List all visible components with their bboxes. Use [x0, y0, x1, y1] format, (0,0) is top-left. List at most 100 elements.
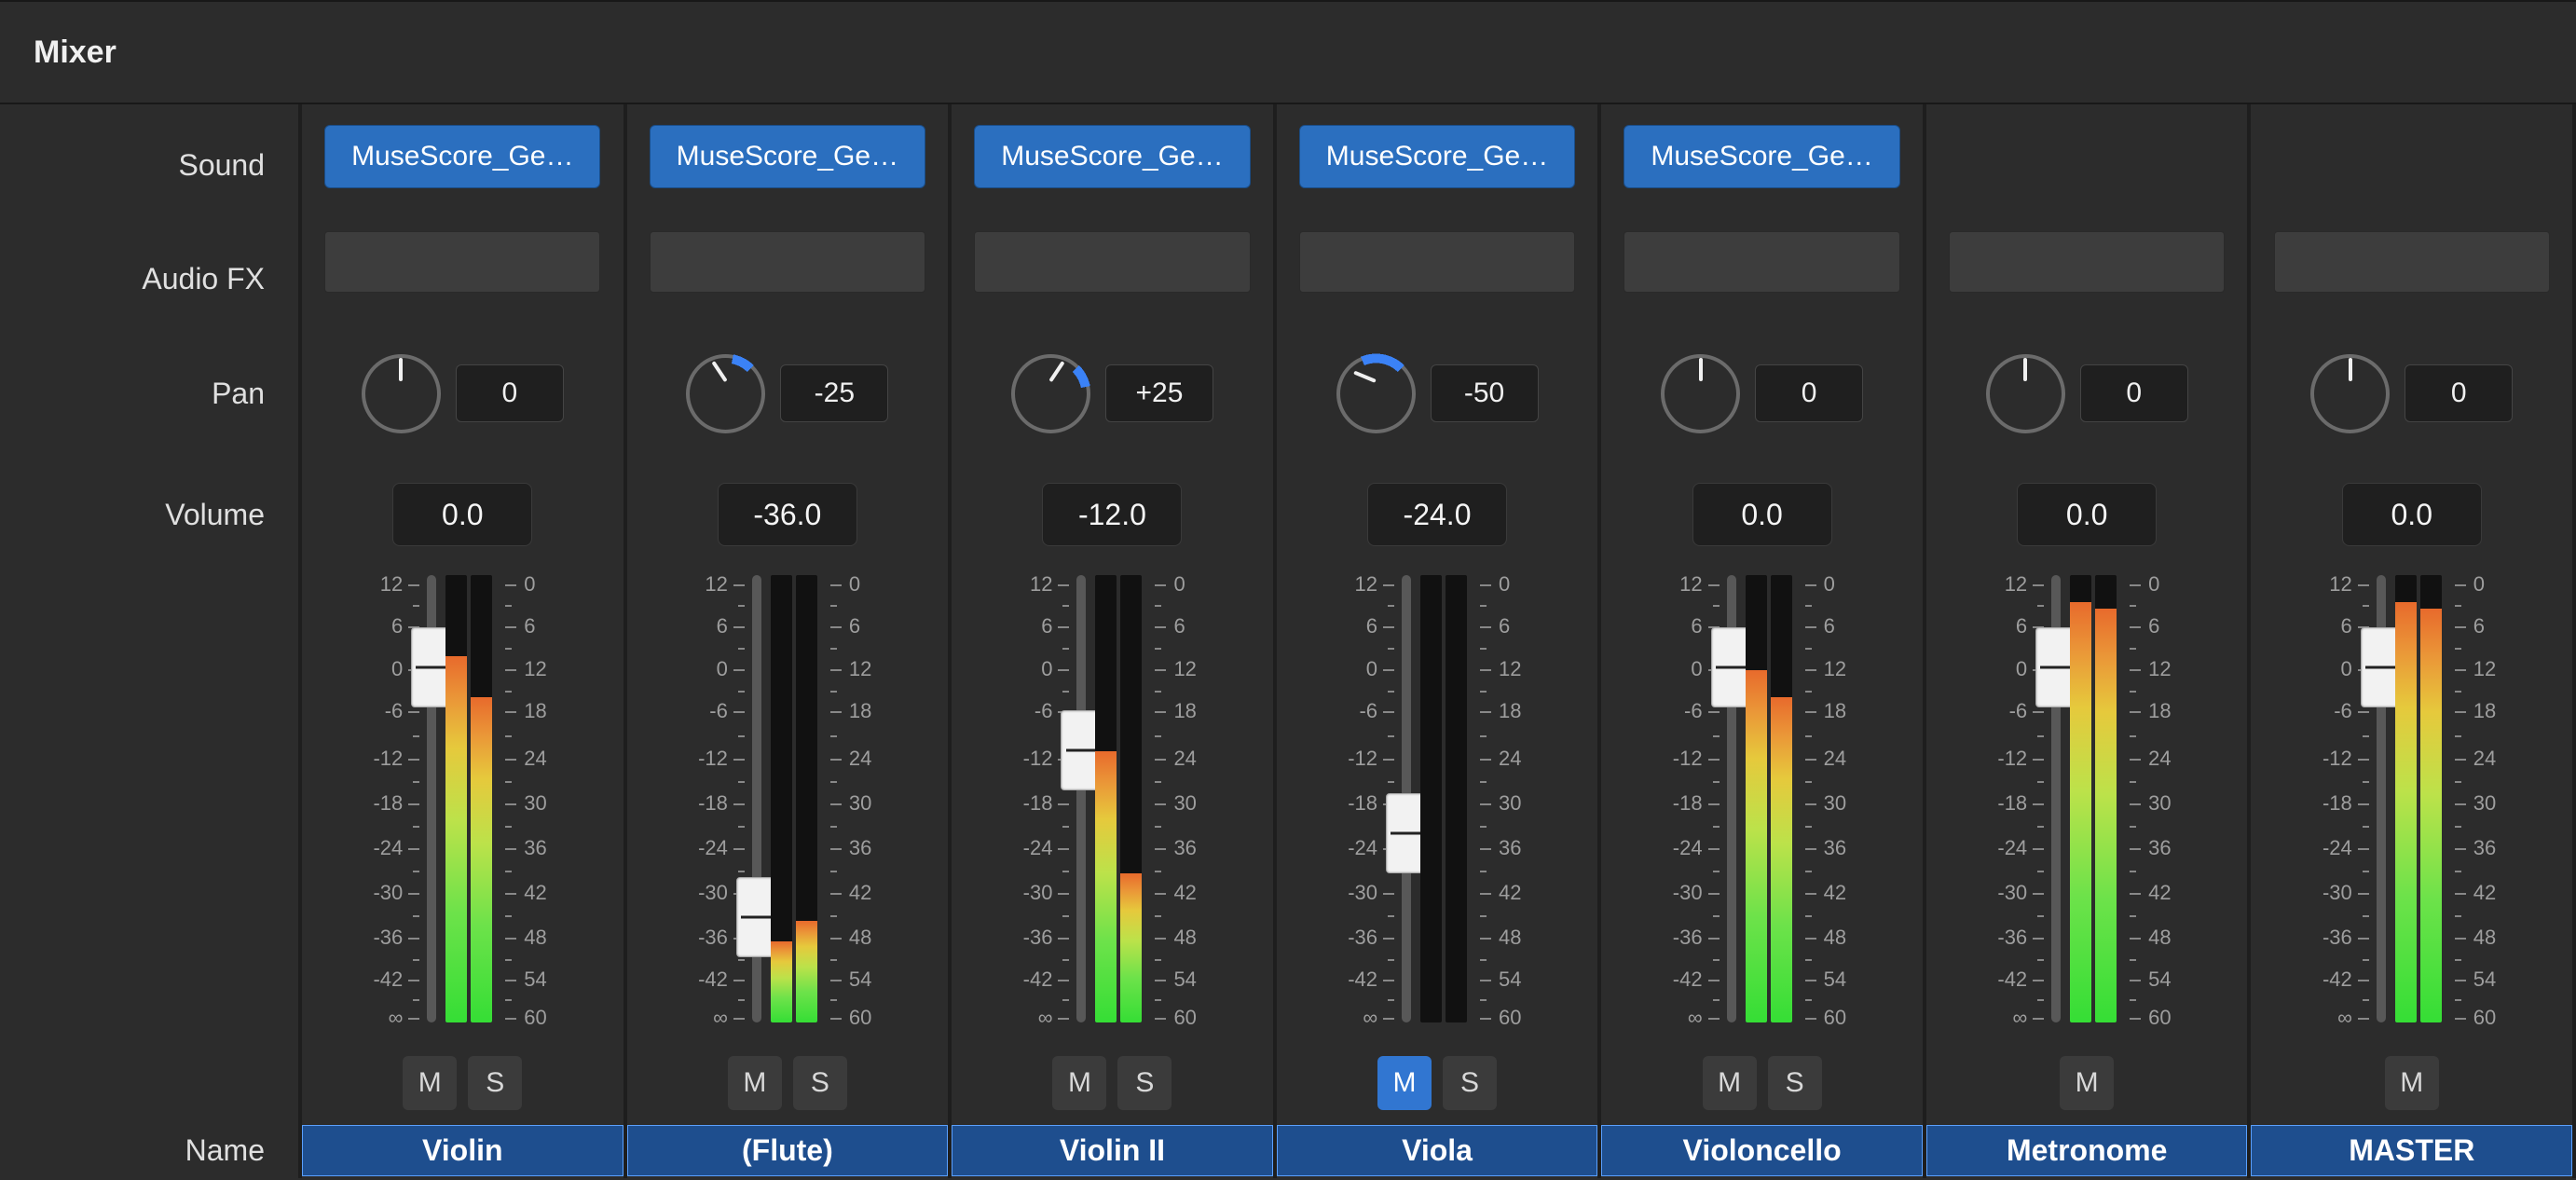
- channel-name[interactable]: Violoncello: [1601, 1125, 1923, 1176]
- channel-name[interactable]: Metronome: [1926, 1125, 2248, 1176]
- sound-cell: MuseScore_Ge…: [1277, 104, 1598, 226]
- fader-scale-left: 12·6·0·-6·-12·-18·-24·-30·-36·-42·∞: [1314, 575, 1394, 1022]
- pan-cell: 0: [1926, 333, 2248, 454]
- mute-solo-cell: MS: [1277, 1041, 1598, 1125]
- solo-button[interactable]: S: [1443, 1056, 1497, 1110]
- mute-button[interactable]: M: [403, 1056, 457, 1110]
- name-cell: Viola: [1277, 1125, 1598, 1176]
- fader-scale-left: 12·6·0·-6·-12·-18·-24·-30·-36·-42·∞: [989, 575, 1069, 1022]
- meter-scale-right: 0·6·12·18·24·30·36·42·48·54·60: [1480, 575, 1560, 1022]
- sound-select[interactable]: MuseScore_Ge…: [650, 125, 925, 188]
- pan-value[interactable]: +25: [1105, 364, 1213, 422]
- volume-fader[interactable]: [752, 575, 761, 1022]
- audiofx-cell: [302, 226, 623, 333]
- channel-name[interactable]: Viola: [1277, 1125, 1598, 1176]
- volume-value[interactable]: -12.0: [1042, 483, 1182, 546]
- fader-meter-cell: 12·6·0·-6·-12·-18·-24·-30·-36·-42·∞ 0·6·1…: [1277, 575, 1598, 1041]
- volume-value[interactable]: 0.0: [1692, 483, 1832, 546]
- audiofx-slot[interactable]: [974, 231, 1250, 293]
- channel-name[interactable]: Violin: [302, 1125, 623, 1176]
- solo-button[interactable]: S: [468, 1056, 522, 1110]
- audiofx-cell: [952, 226, 1273, 333]
- volume-fader[interactable]: [427, 575, 436, 1022]
- pan-cell: 0: [302, 333, 623, 454]
- sound-cell: MuseScore_Ge…: [952, 104, 1273, 226]
- label-sound: Sound: [0, 104, 298, 226]
- pan-value[interactable]: 0: [456, 364, 564, 422]
- volume-value[interactable]: 0.0: [2017, 483, 2157, 546]
- audiofx-slot[interactable]: [1949, 231, 2225, 293]
- sound-cell: [2251, 104, 2572, 226]
- mute-button[interactable]: M: [1377, 1056, 1432, 1110]
- volume-fader[interactable]: [2051, 575, 2061, 1022]
- audiofx-slot[interactable]: [2274, 231, 2550, 293]
- name-cell: (Flute): [627, 1125, 949, 1176]
- sound-select[interactable]: MuseScore_Ge…: [1299, 125, 1575, 188]
- level-meter: [771, 575, 817, 1022]
- audiofx-slot[interactable]: [324, 231, 600, 293]
- level-meter: [1095, 575, 1142, 1022]
- meter-scale-right: 0·6·12·18·24·30·36·42·48·54·60: [1805, 575, 1885, 1022]
- channel-viola: MuseScore_Ge… -50 -24.0 12·6·0·-6·-12·-18·-…: [1273, 104, 1598, 1178]
- audiofx-slot[interactable]: [650, 231, 925, 293]
- pan-value[interactable]: -25: [780, 364, 888, 422]
- pan-knob[interactable]: [1661, 354, 1740, 433]
- audiofx-slot[interactable]: [1299, 231, 1575, 293]
- solo-button[interactable]: S: [1768, 1056, 1822, 1110]
- pan-value[interactable]: 0: [2405, 364, 2513, 422]
- volume-fader[interactable]: [1402, 575, 1411, 1022]
- volume-cell: -36.0: [627, 454, 949, 575]
- sound-select[interactable]: MuseScore_Ge…: [324, 125, 600, 188]
- sound-select[interactable]: MuseScore_Ge…: [1624, 125, 1899, 188]
- pan-knob[interactable]: [362, 354, 441, 433]
- channel-master: 0 0.0 12·6·0·-6·-12·-18·-24·-30·-36·-42·∞0…: [2247, 104, 2576, 1178]
- label-volume: Volume: [0, 454, 298, 575]
- pan-value[interactable]: 0: [1755, 364, 1863, 422]
- channel-name[interactable]: Violin II: [952, 1125, 1273, 1176]
- channel-violin: MuseScore_Ge… 0 0.0 12·6·0·-6·-12·-18·-24·-…: [298, 104, 623, 1178]
- mute-solo-cell: MS: [627, 1041, 949, 1125]
- mute-button[interactable]: M: [728, 1056, 782, 1110]
- mute-solo-cell: M: [2251, 1041, 2572, 1125]
- channel-name[interactable]: (Flute): [627, 1125, 949, 1176]
- volume-fader[interactable]: [1727, 575, 1736, 1022]
- volume-value[interactable]: 0.0: [2342, 483, 2482, 546]
- pan-value[interactable]: 0: [2080, 364, 2188, 422]
- fader-meter-cell: 12·6·0·-6·-12·-18·-24·-30·-36·-42·∞0·6·1…: [952, 575, 1273, 1041]
- channel-name[interactable]: MASTER: [2251, 1125, 2572, 1176]
- mute-button[interactable]: M: [2385, 1056, 2439, 1110]
- fader-meter-cell: 12·6·0·-6·-12·-18·-24·-30·-36·-42·∞0·6·1…: [1926, 575, 2248, 1041]
- level-meter: [2395, 575, 2442, 1022]
- solo-button[interactable]: S: [793, 1056, 847, 1110]
- name-cell: Violoncello: [1601, 1125, 1923, 1176]
- fader-scale-left: 12·6·0·-6·-12·-18·-24·-30·-36·-42·∞: [339, 575, 419, 1022]
- label-name: Name: [0, 1125, 298, 1176]
- audiofx-slot[interactable]: [1624, 231, 1899, 293]
- volume-cell: 0.0: [302, 454, 623, 575]
- volume-fader[interactable]: [1076, 575, 1086, 1022]
- mute-solo-cell: MS: [952, 1041, 1273, 1125]
- volume-cell: 0.0: [2251, 454, 2572, 575]
- pan-knob[interactable]: [2310, 354, 2390, 433]
- pan-knob[interactable]: [1011, 354, 1090, 433]
- mute-button[interactable]: M: [2060, 1056, 2114, 1110]
- pan-cell: 0: [2251, 333, 2572, 454]
- volume-value[interactable]: -24.0: [1367, 483, 1507, 546]
- pan-knob[interactable]: [686, 354, 765, 433]
- mute-button[interactable]: M: [1703, 1056, 1757, 1110]
- volume-cell: 0.0: [1601, 454, 1923, 575]
- mute-button[interactable]: M: [1052, 1056, 1106, 1110]
- pan-knob[interactable]: [1986, 354, 2065, 433]
- pan-knob[interactable]: [1336, 354, 1416, 433]
- audiofx-cell: [2251, 226, 2572, 333]
- fader-meter-cell: 12·6·0·-6·-12·-18·-24·-30·-36·-42·∞0·6·1…: [627, 575, 949, 1041]
- solo-button[interactable]: S: [1117, 1056, 1172, 1110]
- volume-value[interactable]: -36.0: [718, 483, 857, 546]
- fader-meter-cell: 12·6·0·-6·-12·-18·-24·-30·-36·-42·∞0·6·1…: [2251, 575, 2572, 1041]
- pan-value[interactable]: -50: [1431, 364, 1539, 422]
- sound-select[interactable]: MuseScore_Ge…: [974, 125, 1250, 188]
- volume-fader[interactable]: [2377, 575, 2386, 1022]
- meter-scale-right: 0·6·12·18·24·30·36·42·48·54·60: [2130, 575, 2210, 1022]
- sound-cell: MuseScore_Ge…: [627, 104, 949, 226]
- volume-value[interactable]: 0.0: [392, 483, 532, 546]
